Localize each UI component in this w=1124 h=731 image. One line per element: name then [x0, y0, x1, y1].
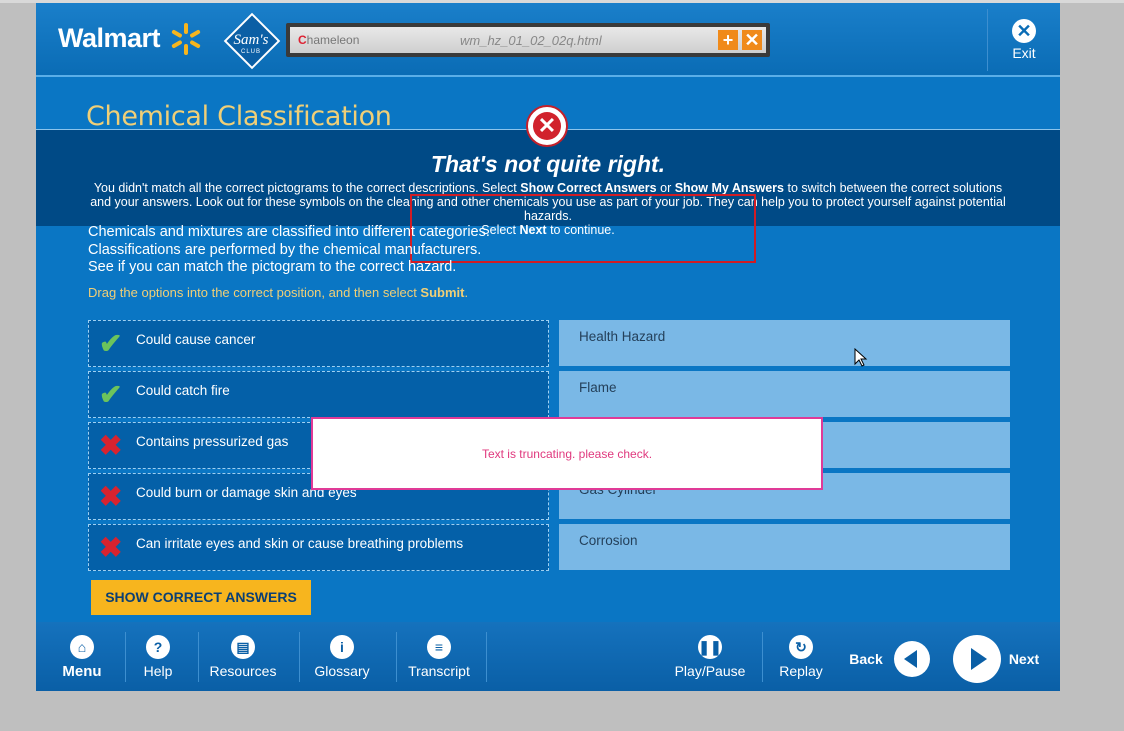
exit-label: Exit	[1012, 45, 1036, 61]
feedback-title: That's not quite right.	[430, 151, 666, 177]
back-button[interactable]	[894, 641, 930, 677]
cross-icon: ✖	[99, 481, 123, 512]
replay-button[interactable]: ↻ Replay	[776, 635, 826, 679]
show-correct-answers-button[interactable]: SHOW CORRECT ANSWERS	[91, 580, 311, 615]
chameleon-logo: Chameleon	[298, 33, 360, 47]
help-button[interactable]: ? Help	[138, 635, 178, 679]
footer-divider	[125, 632, 126, 682]
drag-instruction: Drag the options into the correct positi…	[88, 285, 469, 300]
close-icon[interactable]: ✕	[742, 30, 762, 50]
transcript-icon: ≡	[427, 635, 451, 659]
cross-icon: ✖	[99, 532, 123, 563]
footer-divider	[198, 632, 199, 682]
transcript-button[interactable]: ≡ Transcript	[407, 635, 471, 679]
help-icon: ?	[146, 635, 170, 659]
option-can-irritate[interactable]: ✖ Can irritate eyes and skin or cause br…	[88, 524, 549, 571]
play-pause-button[interactable]: ❚❚ Play/Pause	[672, 635, 748, 679]
menu-button[interactable]: ⌂ Menu	[62, 635, 102, 680]
review-comment-box: Text is truncating. please check.	[311, 417, 823, 490]
header-divider	[987, 9, 988, 71]
check-icon: ✔	[99, 379, 123, 410]
file-name: wm_hz_01_02_02q.html	[460, 33, 602, 48]
replay-icon: ↻	[789, 635, 813, 659]
check-icon: ✔	[99, 328, 123, 359]
glossary-button[interactable]: i Glossary	[310, 635, 374, 679]
home-icon: ⌂	[70, 635, 94, 659]
mouse-cursor-icon	[854, 348, 868, 367]
next-arrow-icon	[971, 648, 987, 670]
header-bar: Walmart Sam's CLUB Chameleon wm_hz_01_02…	[36, 3, 1060, 77]
footer-divider	[396, 632, 397, 682]
target-corrosion[interactable]: Corrosion	[559, 524, 1010, 570]
footer-divider	[762, 632, 763, 682]
target-flame[interactable]: Flame	[559, 371, 1010, 417]
close-icon: ✕	[1012, 19, 1036, 43]
resources-icon: ▤	[231, 635, 255, 659]
error-icon: ✕	[526, 105, 568, 147]
cross-icon: ✖	[99, 430, 123, 461]
resources-button[interactable]: ▤ Resources	[208, 635, 278, 679]
info-icon: i	[330, 635, 354, 659]
next-button[interactable]	[953, 635, 1001, 683]
footer-divider	[486, 632, 487, 682]
walmart-logo: Walmart	[58, 23, 161, 53]
add-icon[interactable]: +	[718, 30, 738, 50]
pause-icon: ❚❚	[698, 635, 722, 659]
footer-bar: ⌂ Menu ? Help ▤ Resources i Glossary ≡ T…	[36, 622, 1060, 691]
page-title: Chemical Classification	[86, 101, 392, 132]
chameleon-toolbar: Chameleon wm_hz_01_02_02q.html + ✕	[286, 23, 770, 57]
option-could-cause-cancer[interactable]: ✔ Could cause cancer	[88, 320, 549, 367]
walmart-spark-icon	[171, 23, 201, 55]
back-arrow-icon	[904, 650, 917, 668]
exit-button[interactable]: ✕ Exit	[1002, 19, 1046, 61]
footer-divider	[299, 632, 300, 682]
sams-club-logo: Sam's CLUB	[223, 12, 281, 70]
option-could-catch-fire[interactable]: ✔ Could catch fire	[88, 371, 549, 418]
back-label: Back	[849, 651, 883, 667]
target-health-hazard[interactable]: Health Hazard	[559, 320, 1010, 366]
next-label: Next	[1008, 651, 1040, 667]
instructions: Chemicals and mixtures are classified in…	[88, 224, 490, 275]
course-frame: Walmart Sam's CLUB Chameleon wm_hz_01_02…	[36, 3, 1060, 691]
